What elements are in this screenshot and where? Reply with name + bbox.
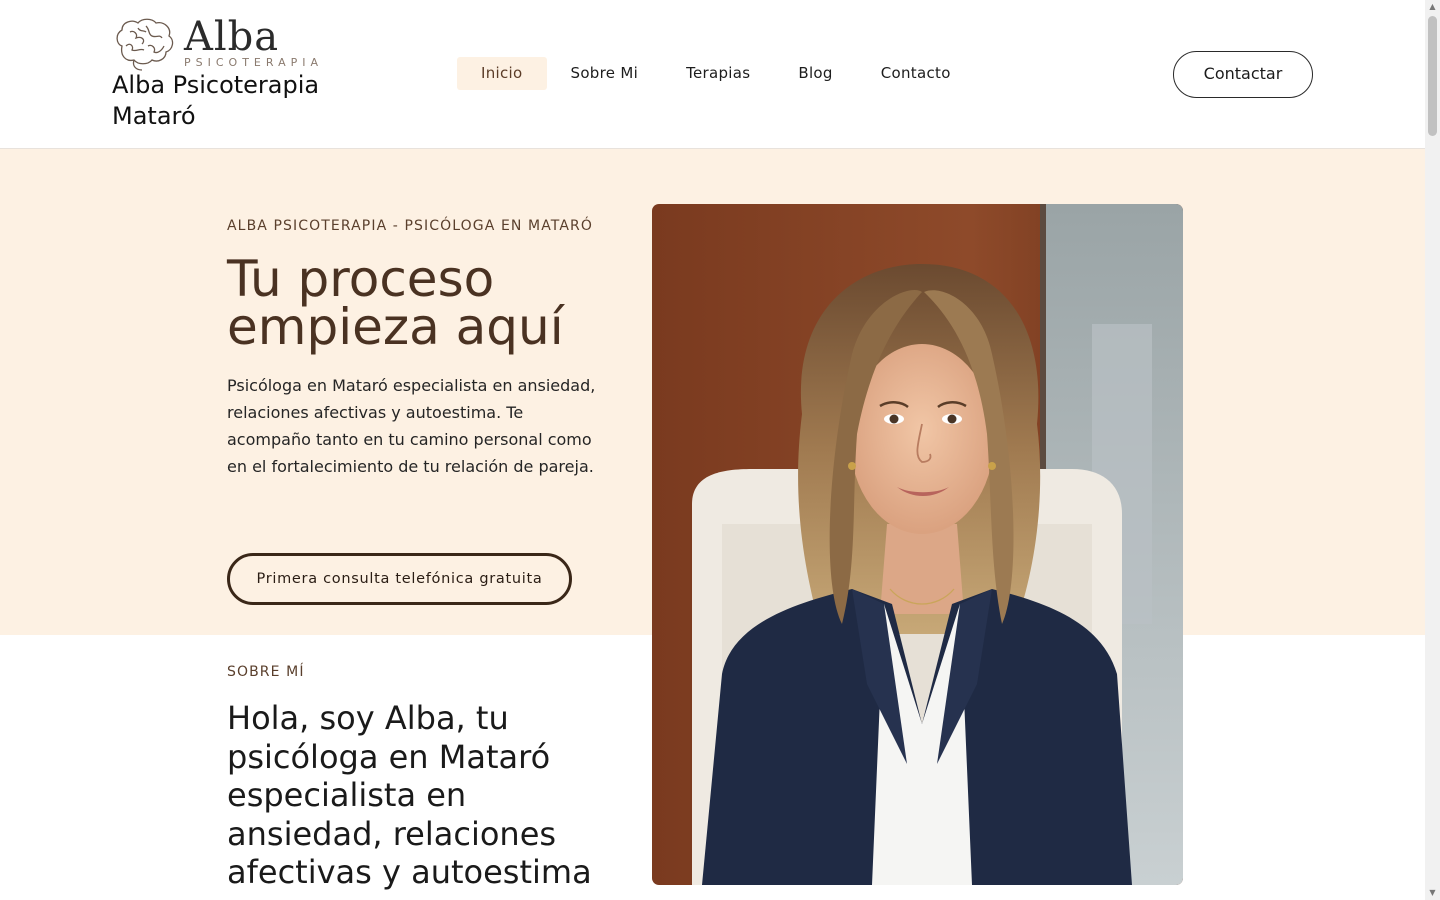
hero-eyebrow: ALBA PSICOTERAPIA - PSICÓLOGA EN MATARÓ [227, 218, 593, 234]
site-logo[interactable]: Alba PSICOTERAPIA [112, 14, 342, 74]
about-title: Hola, soy Alba, tu psicóloga en Mataró e… [227, 699, 592, 891]
logo-wordmark: Alba [184, 14, 280, 60]
main-nav: Inicio Sobre Mi Terapias Blog Contacto [457, 57, 975, 90]
triangle-down-icon[interactable]: ▼ [1425, 888, 1440, 898]
about-eyebrow: SOBRE MÍ [227, 664, 305, 680]
hero-description: Psicóloga en Mataró especialista en ansi… [227, 376, 596, 476]
portrait-photo [652, 204, 1183, 885]
nav-item-sobre-mi[interactable]: Sobre Mi [547, 57, 663, 90]
logo-subtitle: PSICOTERAPIA [184, 56, 323, 69]
portrait-illustration [652, 204, 1183, 885]
triangle-up-icon[interactable]: ▲ [1425, 2, 1440, 12]
brain-icon [116, 18, 174, 71]
page-scrollbar[interactable]: ▲ ▼ [1425, 0, 1440, 900]
free-consultation-button[interactable]: Primera consulta telefónica gratuita [227, 553, 572, 605]
nav-item-inicio[interactable]: Inicio [457, 57, 547, 90]
scroll-thumb[interactable] [1428, 16, 1437, 136]
site-header: Alba PSICOTERAPIA Alba Psicoterapia Mata… [0, 0, 1425, 149]
nav-item-terapias[interactable]: Terapias [662, 57, 774, 90]
nav-item-contacto[interactable]: Contacto [857, 57, 975, 90]
nav-item-blog[interactable]: Blog [774, 57, 856, 90]
hero-title: Tu proceso empieza aquí [227, 250, 647, 356]
contact-button[interactable]: Contactar [1173, 51, 1313, 98]
site-title-line-1: Alba Psicoterapia [112, 71, 320, 99]
hero-title-line-2: empieza aquí [227, 298, 564, 356]
site-title-line-2: Mataró [112, 102, 196, 130]
hero-title-line-1: Tu proceso [227, 250, 495, 308]
site-title[interactable]: Alba Psicoterapia Mataró [112, 70, 319, 132]
